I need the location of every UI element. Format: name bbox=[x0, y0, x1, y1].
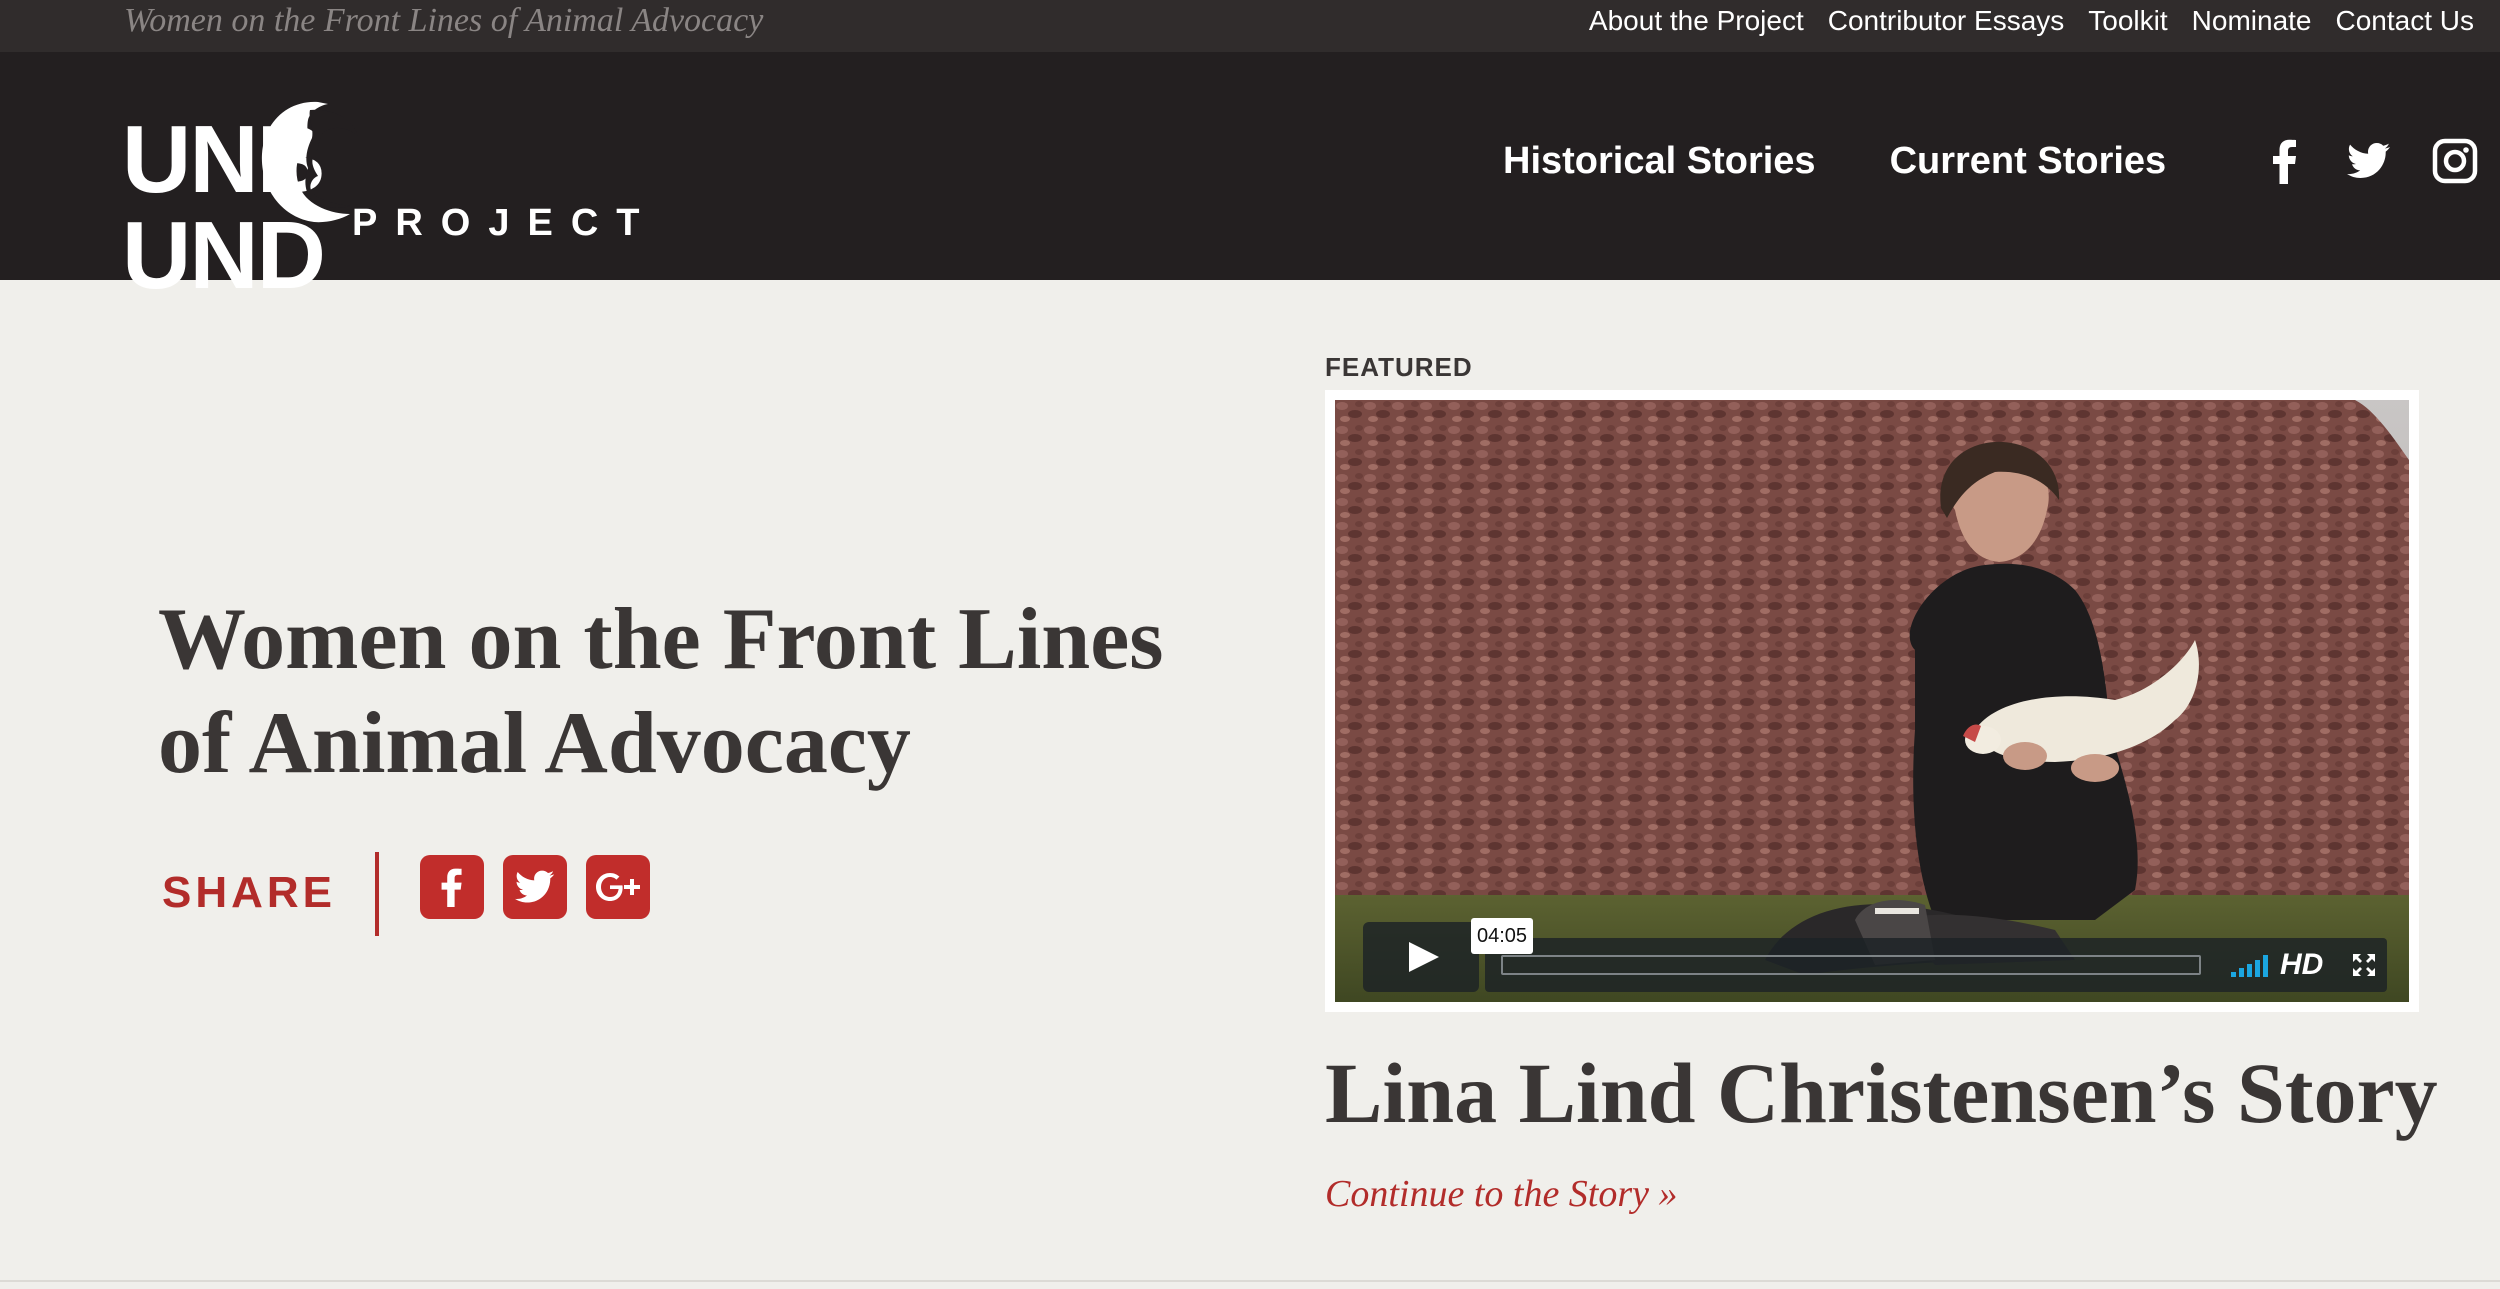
nav-link-nominate[interactable]: Nominate bbox=[2192, 5, 2312, 37]
fullscreen-icon[interactable] bbox=[2351, 952, 2377, 978]
share-label: SHARE bbox=[162, 868, 337, 917]
section-divider bbox=[0, 1280, 2500, 1282]
volume-icon[interactable] bbox=[2231, 952, 2277, 978]
nav-link-contact[interactable]: Contact Us bbox=[2336, 5, 2475, 37]
logo-subtitle: PROJECT bbox=[352, 202, 658, 244]
facebook-icon[interactable] bbox=[2262, 138, 2308, 184]
video-controls-bar: HD bbox=[1485, 938, 2387, 992]
utility-nav: About the Project Contributor Essays Too… bbox=[1589, 5, 2474, 37]
story-title: Lina Lind Christensen’s Story bbox=[1325, 1045, 2438, 1141]
play-icon bbox=[1409, 942, 1439, 972]
woman-profile-icon bbox=[261, 101, 358, 223]
twitter-icon[interactable] bbox=[2346, 138, 2392, 184]
video-duration-tooltip: 04:05 bbox=[1471, 918, 1534, 954]
video-progress-bar[interactable] bbox=[1501, 955, 2201, 975]
twitter-icon bbox=[514, 870, 555, 903]
facebook-icon bbox=[441, 868, 462, 907]
main-nav: Historical Stories Current Stories bbox=[1503, 140, 2166, 183]
featured-label: FEATURED bbox=[1325, 352, 1473, 382]
nav-link-contributor-essays[interactable]: Contributor Essays bbox=[1828, 5, 2065, 37]
video-still-image bbox=[1335, 400, 2409, 1002]
page-title-line-2: of Animal Advocacy bbox=[158, 695, 911, 792]
continue-story-link[interactable]: Continue to the Story » bbox=[1325, 1172, 1678, 1216]
share-facebook-button[interactable] bbox=[420, 855, 484, 919]
page-title: Women on the Front Lines of Animal Advoc… bbox=[158, 588, 1258, 796]
page-title-line-1: Women on the Front Lines bbox=[158, 591, 1164, 688]
utility-bar: Women on the Front Lines of Animal Advoc… bbox=[0, 0, 2500, 52]
featured-video-frame: HD 04:05 bbox=[1325, 390, 2419, 1012]
site-header: UNBUND PROJECT Historical Stories Curren… bbox=[0, 52, 2500, 304]
play-button[interactable] bbox=[1363, 922, 1479, 992]
nav-link-toolkit[interactable]: Toolkit bbox=[2088, 5, 2167, 37]
site-logo[interactable]: UNBUND PROJECT bbox=[122, 96, 639, 304]
site-tagline: Women on the Front Lines of Animal Advoc… bbox=[124, 2, 764, 39]
nav-link-about[interactable]: About the Project bbox=[1589, 5, 1804, 37]
nav-current-stories[interactable]: Current Stories bbox=[1890, 140, 2167, 183]
share-divider bbox=[375, 852, 379, 936]
share-twitter-button[interactable] bbox=[503, 855, 567, 919]
nav-historical-stories[interactable]: Historical Stories bbox=[1503, 140, 1816, 183]
video-player[interactable]: HD 04:05 bbox=[1335, 400, 2409, 1002]
hd-toggle[interactable]: HD bbox=[2280, 948, 2323, 982]
share-google-plus-button[interactable] bbox=[586, 855, 650, 919]
google-plus-icon bbox=[596, 873, 640, 901]
instagram-icon[interactable] bbox=[2432, 138, 2478, 184]
